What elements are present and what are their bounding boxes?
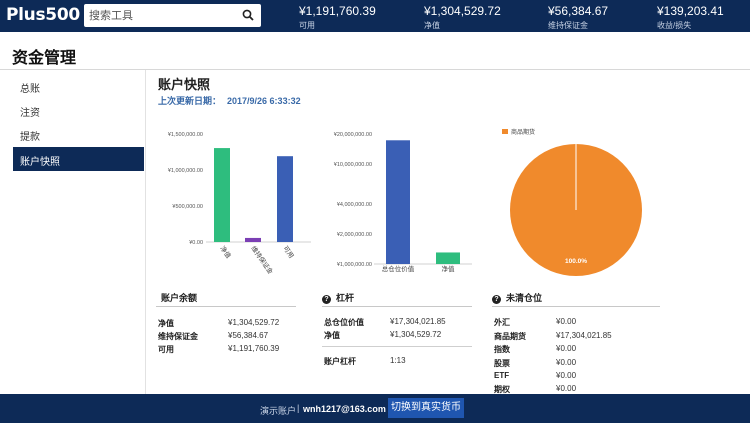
row-label: 指数: [494, 345, 510, 354]
legend-label: 商品期货: [511, 128, 535, 136]
panel-title: 杠杆: [336, 293, 355, 303]
sidebar-item-deposit[interactable]: 注资: [13, 98, 144, 122]
divider: [322, 346, 472, 347]
row-value: ¥1,304,529.72: [390, 330, 442, 339]
stat-value: ¥139,203.41: [657, 4, 724, 18]
stat-value: ¥1,304,529.72: [424, 4, 501, 18]
y-tick-label: ¥2,000,000.00: [337, 232, 372, 238]
balance-bar-chart: ¥1,500,000.00 ¥1,000,000.00 ¥500,000.00 ¥0.…: [168, 132, 311, 274]
plus500-logo[interactable]: Plus500: [6, 5, 80, 25]
stat-label: 收益/损失: [657, 21, 692, 30]
search-box: [84, 4, 261, 27]
y-tick-label: ¥0.00: [189, 240, 203, 246]
y-tick-label: ¥10,000,000.00: [334, 162, 372, 168]
stat-maintenance-margin: ¥56,384.67 维持保证金: [548, 4, 608, 31]
bar: [277, 156, 293, 242]
x-tick-label: 净值: [442, 264, 456, 273]
stat-available: ¥1,191,760.39 可用: [299, 4, 376, 31]
bar: [386, 140, 410, 264]
account-email: wnh1217@163.com: [303, 404, 386, 414]
bar: [245, 237, 261, 242]
help-icon[interactable]: ?: [322, 295, 331, 304]
sidebar: 总账 注资 提款 账户快照: [0, 70, 146, 394]
app-window: Plus500 ¥1,191,760.39 可用 ¥1,304,529.72 净…: [0, 0, 750, 423]
pie-data-label: 100.0%: [565, 258, 587, 265]
last-updated-label: 上次更新日期：: [158, 96, 222, 106]
row-value: ¥17,304,021.85: [556, 331, 612, 340]
stat-label: 净值: [424, 21, 440, 30]
row-value: ¥1,304,529.72: [228, 318, 280, 327]
row-value: ¥0.00: [556, 317, 577, 326]
footer-separator: |: [297, 403, 300, 413]
row-value: 1:13: [390, 356, 406, 365]
title-bar: 资金管理: [0, 32, 750, 70]
legend-swatch: [502, 129, 508, 134]
row-value: ¥17,304,021.85: [390, 317, 446, 326]
stat-value: ¥56,384.67: [548, 4, 609, 18]
row-value: ¥0.00: [556, 384, 577, 393]
row-value: ¥0.00: [556, 371, 577, 380]
footer-bar: 演示账户 | wnh1217@163.com 切换到真实货币: [0, 394, 750, 423]
y-tick-label: ¥20,000,000.00: [334, 132, 372, 138]
y-tick-label: ¥4,000,000.00: [337, 202, 372, 208]
panel-header: 账户余额: [156, 291, 296, 307]
panel-header: ? 未清仓位: [492, 291, 660, 307]
bar: [436, 252, 460, 264]
stat-profit-loss: ¥139,203.41 收益/损失: [657, 4, 724, 31]
row-label: 外汇: [494, 318, 510, 327]
panel-header: ? 杠杆: [322, 291, 472, 307]
demo-account-label: 演示账户: [260, 406, 297, 416]
row-label: 维持保证金: [158, 332, 198, 341]
help-icon[interactable]: ?: [492, 295, 501, 304]
x-tick-label: 净值: [218, 244, 233, 260]
row-label: 净值: [158, 319, 174, 328]
row-label: 可用: [158, 345, 174, 354]
stat-label: 可用: [299, 21, 315, 30]
panel-title: 账户余额: [161, 293, 198, 303]
y-tick-label: ¥1,500,000.00: [168, 132, 203, 138]
x-tick-label: 维持保证金: [249, 244, 275, 274]
y-tick-label: ¥1,000,000.00: [168, 168, 203, 174]
y-tick-label: ¥500,000.00: [172, 204, 203, 210]
bar: [214, 148, 230, 242]
last-updated-value: 2017/9/26 6:33:32: [227, 96, 301, 106]
search-input[interactable]: [89, 7, 237, 24]
row-value: ¥56,384.67: [228, 331, 269, 340]
panel-title: 未清仓位: [506, 293, 543, 303]
row-label: 股票: [494, 359, 510, 368]
section-title: 账户快照: [158, 77, 211, 92]
last-updated: 上次更新日期： 2017/9/26 6:33:32: [158, 94, 301, 107]
sidebar-item-ledger[interactable]: 总账: [13, 74, 144, 98]
row-value: ¥1,191,760.39: [228, 344, 280, 353]
stat-label: 维持保证金: [548, 21, 588, 30]
stat-equity: ¥1,304,529.72 净值: [424, 4, 501, 31]
row-value: ¥0.00: [556, 344, 577, 353]
row-label: 商品期货: [494, 332, 526, 341]
leverage-bar-chart: ¥20,000,000.00 ¥10,000,000.00 ¥4,000,000.0…: [334, 132, 472, 273]
row-label: 总仓位价值: [324, 318, 364, 327]
row-label: ETF: [494, 371, 510, 380]
stat-value: ¥1,191,760.39: [299, 4, 376, 18]
x-tick-label: 总仓位价值: [382, 264, 415, 273]
sidebar-item-account-snapshot[interactable]: 账户快照: [13, 147, 144, 171]
row-label: 账户杠杆: [324, 357, 356, 366]
switch-to-real-money-button[interactable]: 切换到真实货币: [388, 398, 464, 418]
x-tick-label: 可用: [281, 245, 295, 260]
sidebar-item-withdraw[interactable]: 提款: [13, 122, 144, 146]
search-icon[interactable]: [242, 9, 254, 21]
main-content: 账户快照 上次更新日期： 2017/9/26 6:33:32 ¥1,500,000…: [146, 70, 750, 394]
positions-pie-chart: 商品期货 100.0%: [502, 128, 642, 276]
top-bar: Plus500 ¥1,191,760.39 可用 ¥1,304,529.72 净…: [0, 0, 750, 32]
y-tick-label: ¥1,000,000.00: [337, 262, 372, 268]
row-label: 净值: [324, 331, 340, 340]
page-title: 资金管理: [12, 50, 77, 67]
row-value: ¥0.00: [556, 358, 577, 367]
